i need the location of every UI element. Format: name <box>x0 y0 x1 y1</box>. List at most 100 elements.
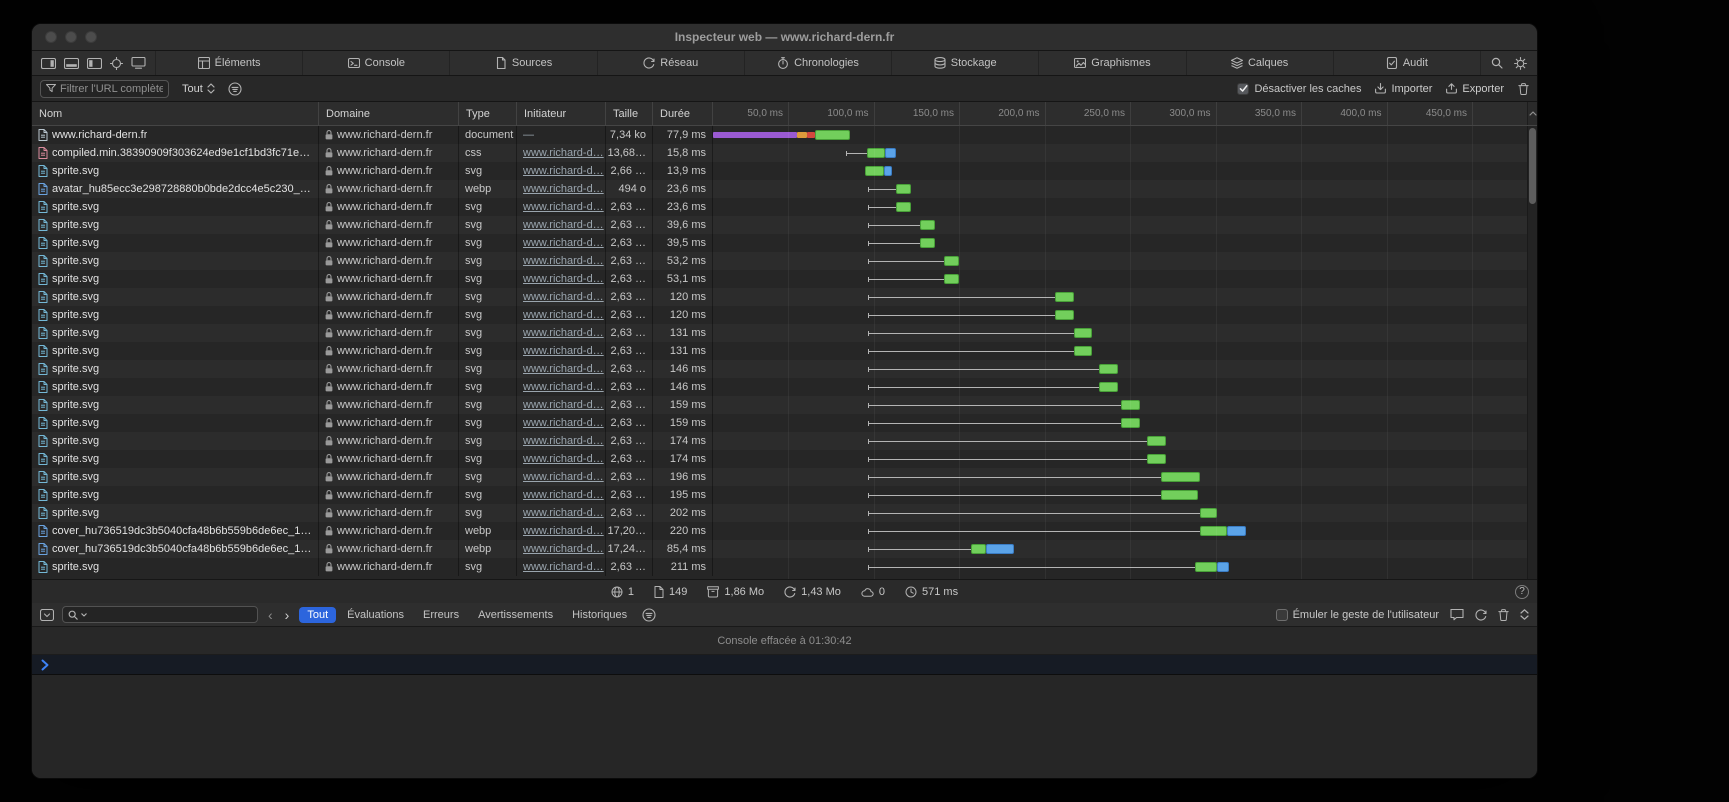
request-initiator-link[interactable]: www.richard-d… <box>523 417 604 429</box>
settings-gear-icon[interactable] <box>1514 57 1527 70</box>
network-request-row[interactable]: sprite.svg www.richard-dern.fr svg www.r… <box>32 342 1537 360</box>
element-picker-icon[interactable] <box>110 57 123 70</box>
request-initiator-link[interactable]: www.richard-d… <box>523 399 604 411</box>
network-request-row[interactable]: sprite.svg www.richard-dern.fr svg www.r… <box>32 450 1537 468</box>
network-request-row[interactable]: sprite.svg www.richard-dern.fr svg www.r… <box>32 270 1537 288</box>
request-initiator-link[interactable]: www.richard-d… <box>523 201 604 213</box>
scrollbar-thumb[interactable] <box>1529 128 1536 204</box>
network-request-row[interactable]: sprite.svg www.richard-dern.fr svg www.r… <box>32 198 1537 216</box>
column-header-type[interactable]: Type <box>459 102 517 125</box>
scope-erreurs[interactable]: Erreurs <box>415 607 467 623</box>
scroll-up-icon[interactable] <box>1527 102 1537 125</box>
request-initiator-link[interactable]: www.richard-d… <box>523 273 604 285</box>
collapse-expand-icon[interactable] <box>1520 609 1529 620</box>
network-request-row[interactable]: sprite.svg www.richard-dern.fr svg www.r… <box>32 162 1537 180</box>
next-result-button[interactable]: › <box>283 608 292 622</box>
tab-audit[interactable]: Audit <box>1333 51 1480 75</box>
filter-options-icon[interactable] <box>228 82 242 96</box>
network-request-row[interactable]: sprite.svg www.richard-dern.fr svg www.r… <box>32 306 1537 324</box>
emulate-gesture-checkbox[interactable] <box>1276 609 1288 621</box>
network-request-row[interactable]: sprite.svg www.richard-dern.fr svg www.r… <box>32 432 1537 450</box>
column-header-nom[interactable]: Nom <box>32 102 319 125</box>
tab-sources[interactable]: Sources <box>449 51 596 75</box>
request-initiator-link[interactable]: www.richard-d… <box>523 525 604 537</box>
request-initiator-link[interactable]: www.richard-d… <box>523 435 604 447</box>
console-prompt[interactable] <box>32 655 1537 675</box>
dock-side-icon[interactable] <box>41 58 56 69</box>
request-initiator-link[interactable]: www.richard-d… <box>523 363 604 375</box>
export-button[interactable]: Exporter <box>1446 83 1504 95</box>
column-header-taille[interactable]: Taille <box>606 102 653 125</box>
tab-graphics[interactable]: Graphismes <box>1038 51 1185 75</box>
dock-bottom-icon[interactable] <box>64 58 79 69</box>
network-request-row[interactable]: sprite.svg www.richard-dern.fr svg www.r… <box>32 504 1537 522</box>
request-initiator-link[interactable]: www.richard-d… <box>523 255 604 267</box>
network-request-row[interactable]: sprite.svg www.richard-dern.fr svg www.r… <box>32 324 1537 342</box>
tab-console[interactable]: Console <box>302 51 449 75</box>
device-preview-icon[interactable] <box>131 57 146 69</box>
request-initiator-link[interactable]: www.richard-d… <box>523 165 604 177</box>
tab-elements[interactable]: Éléments <box>155 51 302 75</box>
scope-historiques[interactable]: Historiques <box>564 607 635 623</box>
request-initiator-link[interactable]: www.richard-d… <box>523 291 604 303</box>
console-search-field[interactable] <box>62 606 258 623</box>
clear-network-trash-icon[interactable] <box>1518 83 1529 95</box>
disable-caches-toggle[interactable]: Désactiver les caches <box>1237 83 1361 95</box>
zoom-button[interactable] <box>85 31 97 43</box>
request-initiator-link[interactable]: — <box>523 129 534 141</box>
resource-type-dropdown[interactable]: Tout <box>177 80 220 98</box>
scope-tout[interactable]: Tout <box>299 607 336 623</box>
network-request-row[interactable]: sprite.svg www.richard-dern.fr svg www.r… <box>32 486 1537 504</box>
network-request-row[interactable]: sprite.svg www.richard-dern.fr svg www.r… <box>32 378 1537 396</box>
column-header-domaine[interactable]: Domaine <box>319 102 459 125</box>
disable-caches-checkbox[interactable] <box>1237 83 1249 95</box>
refresh-icon[interactable] <box>1475 609 1487 621</box>
network-request-row[interactable]: sprite.svg www.richard-dern.fr svg www.r… <box>32 252 1537 270</box>
console-search-input[interactable] <box>90 609 252 621</box>
network-request-row[interactable]: avatar_hu85ecc3e298728880b0bde2dcc4e5c23… <box>32 180 1537 198</box>
help-button[interactable]: ? <box>1515 585 1529 599</box>
undock-icon[interactable] <box>87 58 102 69</box>
network-request-row[interactable]: sprite.svg www.richard-dern.fr svg www.r… <box>32 216 1537 234</box>
minimize-button[interactable] <box>65 31 77 43</box>
network-request-row[interactable]: sprite.svg www.richard-dern.fr svg www.r… <box>32 414 1537 432</box>
network-request-row[interactable]: sprite.svg www.richard-dern.fr svg www.r… <box>32 360 1537 378</box>
tab-storage[interactable]: Stockage <box>891 51 1038 75</box>
network-request-row[interactable]: sprite.svg www.richard-dern.fr svg www.r… <box>32 558 1537 576</box>
vertical-scrollbar[interactable] <box>1527 126 1537 579</box>
request-initiator-link[interactable]: www.richard-d… <box>523 561 604 573</box>
request-initiator-link[interactable]: www.richard-d… <box>523 219 604 231</box>
tab-layers[interactable]: Calques <box>1186 51 1333 75</box>
request-initiator-link[interactable]: www.richard-d… <box>523 147 604 159</box>
emulate-gesture-toggle[interactable]: Émuler le geste de l'utilisateur <box>1276 609 1439 621</box>
column-header-initiateur[interactable]: Initiateur <box>517 102 606 125</box>
network-request-row[interactable]: compiled.min.38390909f303624ed9e1cf1bd3f… <box>32 144 1537 162</box>
network-request-row[interactable]: cover_hu736519dc3b5040cfa48b6b559b6de6ec… <box>32 540 1537 558</box>
scope-evaluations[interactable]: Évaluations <box>339 607 412 623</box>
url-filter-field[interactable] <box>40 80 169 98</box>
column-header-duree[interactable]: Durée <box>653 102 713 125</box>
request-initiator-link[interactable]: www.richard-d… <box>523 453 604 465</box>
request-initiator-link[interactable]: www.richard-d… <box>523 309 604 321</box>
network-request-row[interactable]: sprite.svg www.richard-dern.fr svg www.r… <box>32 396 1537 414</box>
import-button[interactable]: Importer <box>1375 83 1432 95</box>
request-initiator-link[interactable]: www.richard-d… <box>523 237 604 249</box>
clear-console-trash-icon[interactable] <box>1498 609 1509 621</box>
network-request-row[interactable]: sprite.svg www.richard-dern.fr svg www.r… <box>32 234 1537 252</box>
url-filter-input[interactable] <box>60 83 163 95</box>
request-initiator-link[interactable]: www.richard-d… <box>523 183 604 195</box>
search-icon[interactable] <box>1491 57 1503 69</box>
network-request-row[interactable]: www.richard-dern.fr www.richard-dern.fr … <box>32 126 1537 144</box>
request-initiator-link[interactable]: www.richard-d… <box>523 381 604 393</box>
tab-timelines[interactable]: Chronologies <box>744 51 891 75</box>
scope-avertissements[interactable]: Avertissements <box>470 607 561 623</box>
request-initiator-link[interactable]: www.richard-d… <box>523 471 604 483</box>
request-initiator-link[interactable]: www.richard-d… <box>523 345 604 357</box>
network-request-row[interactable]: sprite.svg www.richard-dern.fr svg www.r… <box>32 468 1537 486</box>
network-request-row[interactable]: cover_hu736519dc3b5040cfa48b6b559b6de6ec… <box>32 522 1537 540</box>
request-initiator-link[interactable]: www.richard-d… <box>523 489 604 501</box>
request-initiator-link[interactable]: www.richard-d… <box>523 507 604 519</box>
close-button[interactable] <box>45 31 57 43</box>
tab-network[interactable]: Réseau <box>597 51 744 75</box>
previous-result-button[interactable]: ‹ <box>266 608 275 622</box>
